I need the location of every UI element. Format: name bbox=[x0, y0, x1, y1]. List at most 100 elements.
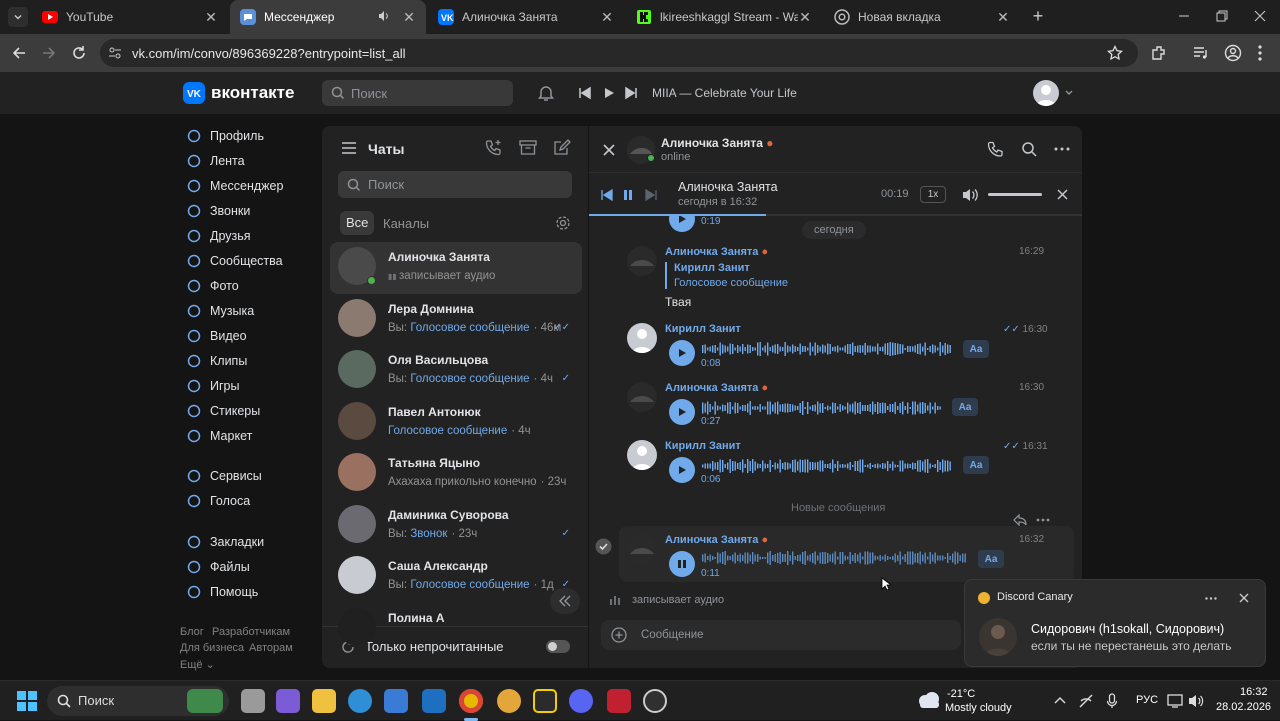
footer-link-blog[interactable]: Блог bbox=[180, 626, 204, 638]
lightning-app-icon[interactable] bbox=[533, 689, 557, 713]
chat-list-item[interactable]: Оля Васильцова Вы: Голосовое сообщение · 4… bbox=[330, 345, 582, 397]
sidebar-item-video[interactable]: Видео bbox=[186, 325, 247, 347]
copilot-icon[interactable] bbox=[276, 689, 300, 713]
display-icon[interactable] bbox=[1167, 693, 1183, 709]
task-view-icon[interactable] bbox=[241, 689, 265, 713]
address-bar[interactable]: vk.com/im/convo/896369228?entrypoint=lis… bbox=[100, 39, 1138, 67]
hamburger-menu-icon[interactable] bbox=[341, 141, 357, 155]
obs-icon[interactable] bbox=[643, 689, 667, 713]
sidebar-item-profile[interactable]: Профиль bbox=[186, 125, 264, 147]
sidebar-item-clips[interactable]: Клипы bbox=[186, 350, 247, 372]
windows-start-icon[interactable] bbox=[17, 691, 37, 711]
footer-link-more[interactable]: Ещё ⌄ bbox=[180, 658, 215, 671]
message-avatar[interactable] bbox=[627, 246, 657, 276]
new-tab-button[interactable]: + bbox=[1028, 7, 1048, 27]
discord-notification[interactable]: Discord Canary Сидорович (h1sokall, Сидо… bbox=[964, 579, 1266, 667]
chat-list-item[interactable]: Татьяна Яцыно Ахахаха прикольно конечно · … bbox=[330, 448, 582, 500]
edge-icon[interactable] bbox=[348, 689, 372, 713]
menu-dots-icon[interactable] bbox=[1256, 44, 1264, 62]
message-avatar[interactable] bbox=[627, 382, 657, 412]
pause-icon[interactable] bbox=[623, 189, 633, 201]
chrome-icon[interactable] bbox=[459, 689, 483, 713]
message-author[interactable]: Алиночка Занята ● bbox=[665, 246, 768, 258]
close-tab-icon[interactable]: ✕ bbox=[798, 10, 812, 24]
chat-search[interactable]: Поиск bbox=[338, 171, 572, 198]
settings-gear-icon[interactable] bbox=[555, 215, 571, 231]
clock-time[interactable]: 16:32 bbox=[1240, 686, 1268, 698]
prev-track-button[interactable] bbox=[578, 86, 592, 100]
sidebar-item-votes[interactable]: Голоса bbox=[186, 490, 250, 512]
discord-canary-icon[interactable] bbox=[569, 689, 593, 713]
chevron-up-icon[interactable] bbox=[1054, 696, 1066, 704]
header-search[interactable]: Поиск bbox=[322, 80, 513, 106]
volume-slider[interactable] bbox=[988, 193, 1042, 196]
attach-plus-icon[interactable] bbox=[611, 627, 627, 643]
more-dots-icon[interactable] bbox=[1205, 597, 1217, 600]
sidebar-item-communities[interactable]: Сообщества bbox=[186, 250, 283, 272]
close-tab-icon[interactable]: ✕ bbox=[204, 10, 218, 24]
close-player-icon[interactable] bbox=[1057, 189, 1068, 200]
chat-list-item[interactable]: Даминика Суворова Вы: Звонок · 23ч ✓ bbox=[330, 500, 582, 552]
tab-kick-stream[interactable]: lkireeshkaggl Stream - Watch Li ✕ bbox=[626, 0, 822, 34]
tab-alinochka[interactable]: VK Алиночка Занята ✕ bbox=[428, 0, 624, 34]
close-window-button[interactable] bbox=[1252, 8, 1268, 24]
app-with-badge-icon[interactable] bbox=[497, 689, 521, 713]
mail-icon[interactable] bbox=[422, 689, 446, 713]
chat-list-item[interactable]: Павел Антонюк Голосовое сообщение · 4ч bbox=[330, 397, 582, 449]
sidebar-item-music[interactable]: Музыка bbox=[186, 300, 254, 322]
game-app-icon[interactable] bbox=[607, 689, 631, 713]
minimize-button[interactable] bbox=[1176, 8, 1192, 24]
sidebar-item-help[interactable]: Помощь bbox=[186, 581, 258, 603]
profile-icon[interactable] bbox=[1224, 44, 1242, 62]
play-button[interactable] bbox=[669, 399, 695, 425]
store-icon[interactable] bbox=[384, 689, 408, 713]
search-icon[interactable] bbox=[1021, 141, 1037, 157]
now-playing-text[interactable]: MIIA — Celebrate Your Life bbox=[652, 86, 797, 100]
archive-icon[interactable] bbox=[519, 140, 537, 156]
bookmark-star-icon[interactable] bbox=[1107, 45, 1123, 61]
collapse-panel-button[interactable] bbox=[550, 588, 580, 614]
file-explorer-icon[interactable] bbox=[312, 689, 336, 713]
convo-name[interactable]: Алиночка Занята ● bbox=[661, 136, 774, 150]
skip-back-icon[interactable] bbox=[601, 189, 613, 201]
next-track-button[interactable] bbox=[624, 86, 638, 100]
transcribe-button[interactable]: Aa bbox=[963, 456, 989, 474]
chevron-down-icon[interactable] bbox=[1064, 89, 1074, 97]
sidebar-item-bookmarks[interactable]: Закладки bbox=[186, 531, 264, 553]
chat-list-item[interactable]: Полина А bbox=[330, 603, 582, 655]
sidebar-item-services[interactable]: Сервисы bbox=[186, 465, 262, 487]
sidebar-item-phone[interactable]: Звонки bbox=[186, 200, 250, 222]
message-author[interactable]: Алиночка Занята ● bbox=[665, 534, 768, 546]
pause-button[interactable] bbox=[669, 551, 695, 577]
back-button[interactable] bbox=[10, 44, 28, 62]
tab-all[interactable]: Все bbox=[340, 211, 375, 235]
close-tab-icon[interactable]: ✕ bbox=[996, 10, 1010, 24]
extensions-icon[interactable] bbox=[1150, 44, 1168, 62]
chat-list-item[interactable]: Саша Александр Вы: Голосовое сообщение · 1… bbox=[330, 551, 582, 603]
message-avatar[interactable] bbox=[627, 323, 657, 353]
sidebar-item-friends[interactable]: Друзья bbox=[186, 225, 251, 247]
media-control-icon[interactable] bbox=[1192, 44, 1210, 62]
voice-waveform[interactable] bbox=[702, 550, 967, 566]
sidebar-item-market[interactable]: Маркет bbox=[186, 425, 252, 447]
phone-icon[interactable] bbox=[987, 141, 1003, 157]
message-author[interactable]: Кирилл Занит bbox=[665, 323, 741, 335]
language-indicator[interactable]: РУС bbox=[1136, 694, 1158, 706]
clock-date[interactable]: 28.02.2026 bbox=[1216, 701, 1271, 713]
reload-button[interactable] bbox=[70, 44, 88, 62]
playback-speed-button[interactable]: 1x bbox=[920, 186, 946, 203]
close-tab-icon[interactable]: ✕ bbox=[600, 10, 614, 24]
close-tab-icon[interactable]: ✕ bbox=[402, 10, 416, 24]
more-dots-icon[interactable] bbox=[1054, 147, 1070, 151]
vk-logo[interactable]: VK вконтакте bbox=[183, 82, 294, 104]
reply-icon[interactable] bbox=[1013, 514, 1027, 526]
chat-list-item[interactable]: Алиночка Занята ▮▮ записывает аудио bbox=[330, 242, 582, 294]
voice-waveform[interactable] bbox=[702, 458, 952, 474]
footer-link-authors[interactable]: Авторам bbox=[249, 642, 293, 654]
sidebar-item-photo[interactable]: Фото bbox=[186, 275, 239, 297]
tab-channels[interactable]: Каналы bbox=[383, 216, 429, 231]
footer-link-business[interactable]: Для бизнеса bbox=[180, 642, 244, 654]
tab-new-tab[interactable]: Новая вкладка ✕ bbox=[824, 0, 1020, 34]
tab-messenger[interactable]: Мессенджер ✕ bbox=[230, 0, 426, 34]
speaker-icon[interactable] bbox=[378, 10, 392, 24]
